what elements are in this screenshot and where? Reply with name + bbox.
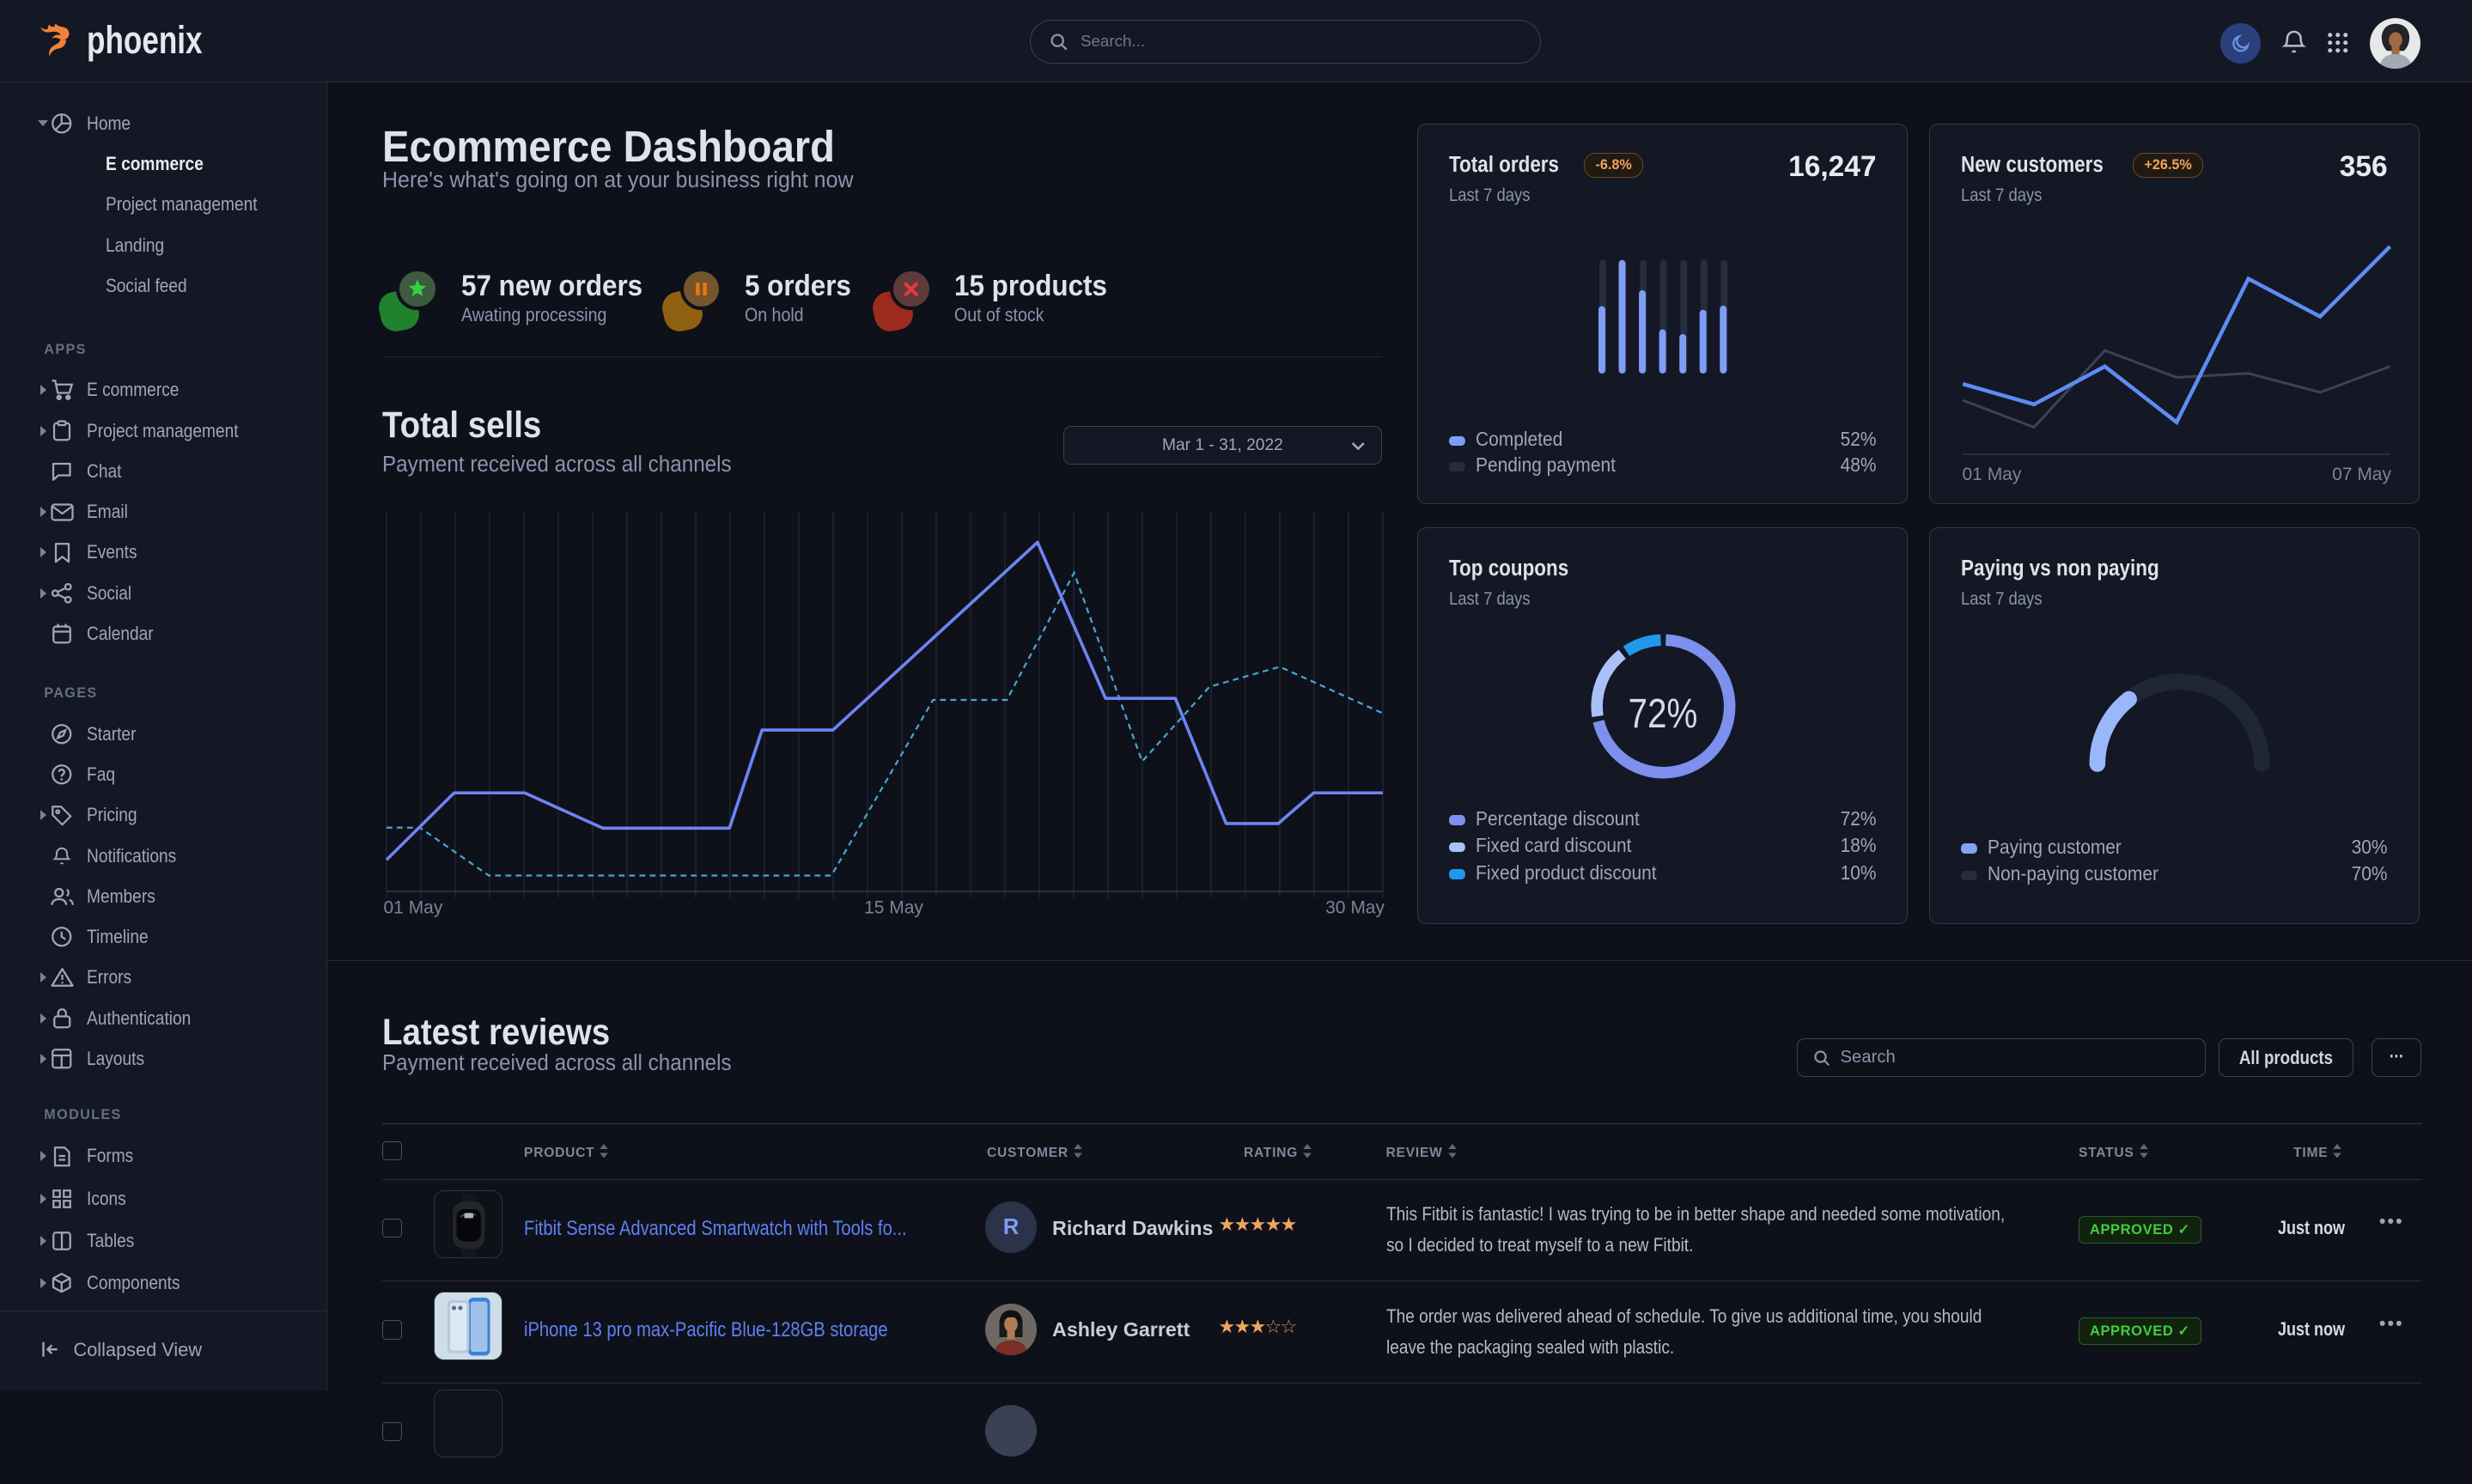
- svg-text:01 May: 01 May: [1962, 465, 2021, 484]
- svg-text:15 May: 15 May: [864, 898, 923, 918]
- svg-text:07 May: 07 May: [2332, 465, 2391, 484]
- svg-text:01 May: 01 May: [384, 898, 443, 918]
- svg-text:30 May: 30 May: [1325, 898, 1385, 918]
